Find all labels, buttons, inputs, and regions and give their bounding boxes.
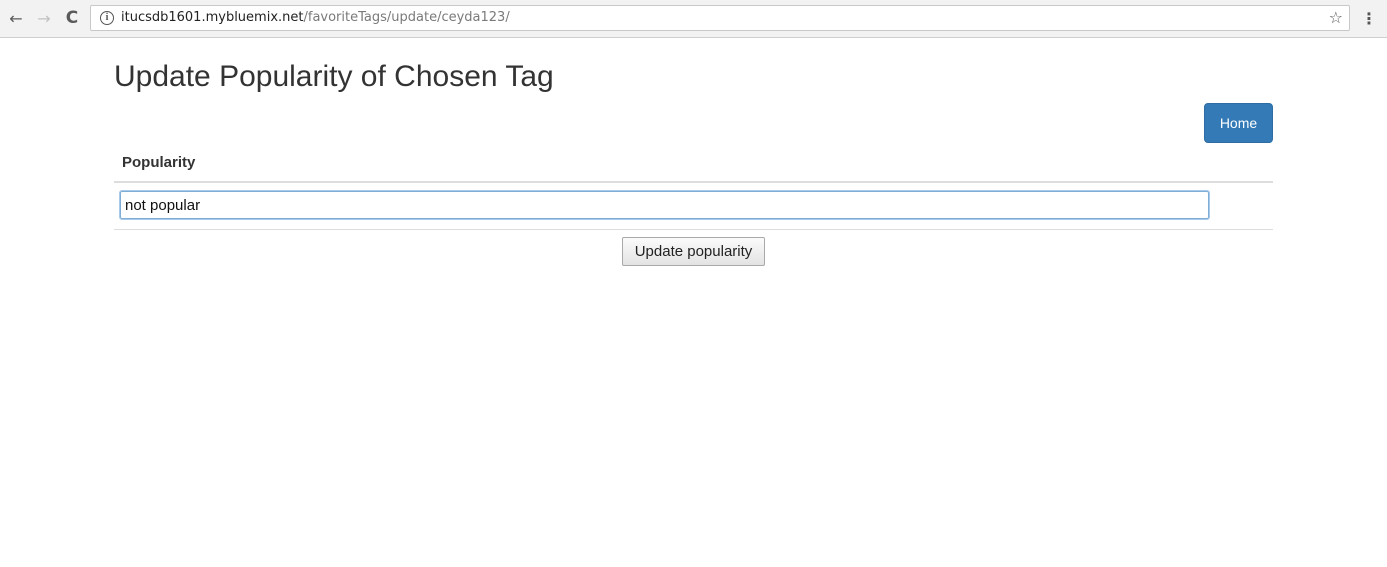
reload-icon[interactable]: C bbox=[62, 8, 82, 28]
table-header-row: Popularity bbox=[114, 143, 1273, 183]
bookmark-star-icon[interactable]: ☆ bbox=[1329, 8, 1343, 27]
back-arrow-icon[interactable]: ← bbox=[6, 8, 26, 28]
table-row bbox=[114, 183, 1273, 230]
forward-arrow-icon[interactable]: → bbox=[34, 8, 54, 28]
url-text[interactable]: itucsdb1601.mybluemix.net/favoriteTags/u… bbox=[121, 10, 510, 25]
update-popularity-button[interactable]: Update popularity bbox=[622, 237, 765, 266]
popularity-form-table: Popularity bbox=[114, 143, 1273, 230]
page-title: Update Popularity of Chosen Tag bbox=[114, 60, 554, 93]
browser-menu-icon[interactable]: ⋮ bbox=[1361, 7, 1377, 29]
browser-toolbar: ← → C i itucsdb1601.mybluemix.net/favori… bbox=[0, 0, 1387, 38]
url-path: /favoriteTags/update/ceyda123/ bbox=[303, 10, 510, 25]
info-icon[interactable]: i bbox=[100, 11, 114, 25]
home-button[interactable]: Home bbox=[1204, 103, 1273, 143]
popularity-input[interactable] bbox=[119, 190, 1210, 220]
popularity-column-header: Popularity bbox=[122, 153, 196, 171]
address-bar[interactable]: i itucsdb1601.mybluemix.net/favoriteTags… bbox=[90, 5, 1350, 31]
url-host: itucsdb1601.mybluemix.net bbox=[121, 10, 304, 25]
